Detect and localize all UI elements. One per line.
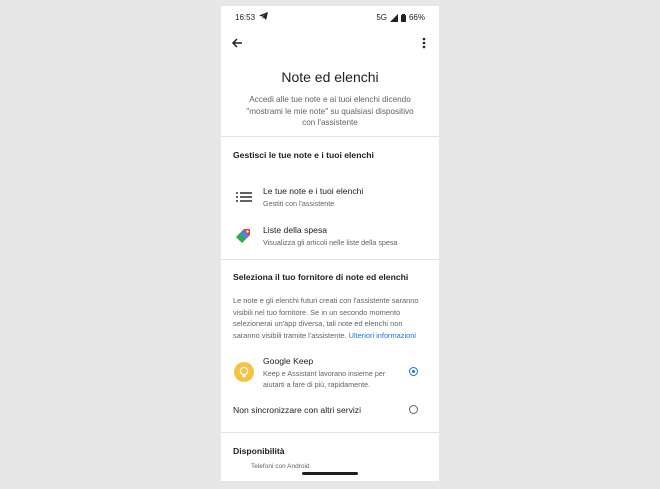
shopping-title: Liste della spesa [263, 225, 328, 235]
battery-level: 66% [408, 13, 425, 22]
provider-description: Le note e gli elenchi futuri creati con … [233, 295, 431, 341]
google-keep-title: Google Keep [263, 356, 314, 366]
gesture-nav-handle[interactable] [302, 472, 358, 475]
network-label: 5G [376, 13, 387, 22]
status-bar: 16:53 5G 66% [221, 6, 439, 28]
more-info-link[interactable]: Ulteriori informazioni [349, 331, 416, 340]
list-icon [236, 192, 252, 202]
google-keep-subtitle: Keep e Assistant lavorano insieme per ai… [263, 369, 386, 389]
google-keep-radio[interactable] [409, 367, 418, 376]
status-right: 5G 66% [376, 13, 425, 22]
divider [221, 432, 439, 433]
section-heading-provider: Seleziona il tuo fornitore di note ed el… [233, 272, 409, 282]
more-vert-icon[interactable] [419, 36, 429, 50]
shopping-subtitle: Visualizza gli articoli nelle liste dell… [263, 238, 398, 247]
divider [221, 136, 439, 137]
notes-title: Le tue note e i tuoi elenchi [263, 186, 364, 196]
telegram-icon [259, 12, 268, 22]
battery-icon [400, 13, 406, 22]
availability-partial-text: Telefoni con Android [251, 463, 310, 470]
page-title: Note ed elenchi [281, 69, 379, 85]
no-sync-title: Non sincronizzare con altri servizi [233, 405, 361, 415]
phone-screen: 16:53 5G 66% Note ed elenchi Accedi alle… [221, 6, 439, 481]
notes-subtitle: Gestiti con l'assistente [263, 199, 335, 208]
section-heading-availability: Disponibilità [233, 446, 285, 456]
arrow-back-icon[interactable] [230, 36, 244, 50]
shopping-tag-icon [236, 229, 250, 243]
google-keep-icon [234, 362, 254, 382]
status-time: 16:53 [235, 13, 256, 22]
divider [221, 259, 439, 260]
no-sync-radio[interactable] [409, 405, 418, 414]
signal-icon [389, 13, 398, 22]
app-bar [221, 32, 439, 54]
page-subtitle: Accedi alle tue note e ai tuoi elenchi d… [246, 95, 414, 127]
section-heading-manage: Gestisci le tue note e i tuoi elenchi [233, 150, 374, 160]
